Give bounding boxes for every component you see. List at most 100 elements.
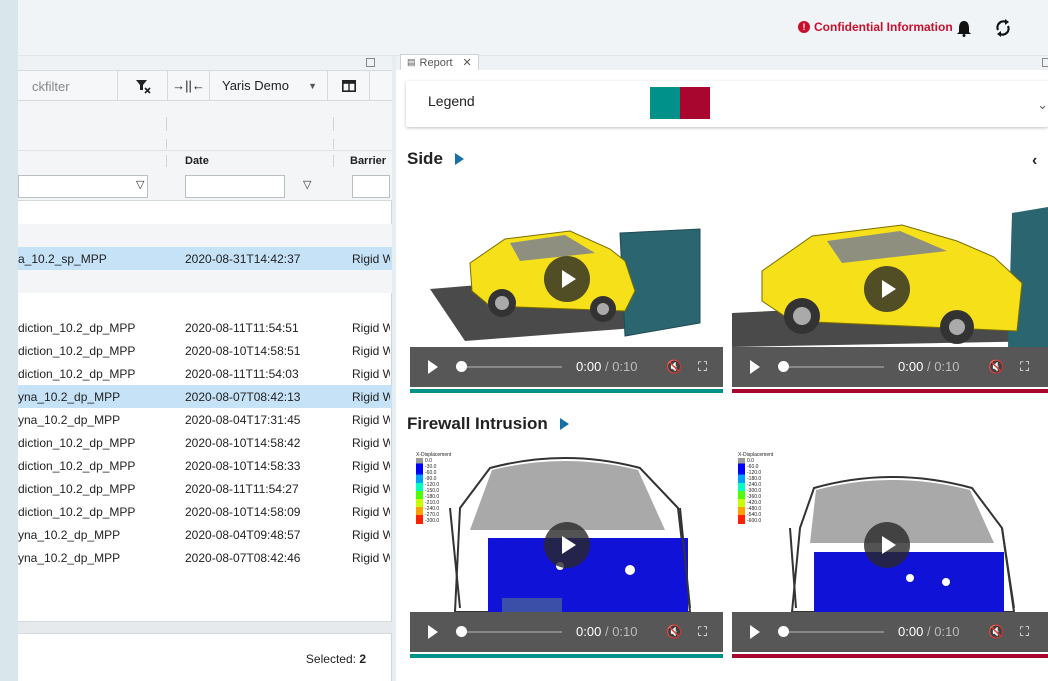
column-chooser-button[interactable] — [328, 71, 370, 100]
table-row[interactable]: yna_10.2_dp_MPP 2020-08-07T08:42:13 Rigi… — [18, 385, 392, 408]
legend-label: Legend — [428, 93, 475, 109]
table-row[interactable]: yna_10.2_dp_MPP 2020-08-04T09:48:57 Rigi… — [18, 523, 392, 546]
play-overlay-icon[interactable] — [864, 522, 910, 568]
cell-date: 2020-08-11T11:54:51 — [185, 321, 299, 335]
horizontal-scrollbar[interactable] — [18, 621, 392, 633]
name-filter-input[interactable] — [18, 175, 148, 198]
play-overlay-icon[interactable] — [544, 256, 590, 302]
seek-bar[interactable] — [784, 631, 884, 633]
app-sidebar-strip — [0, 0, 18, 681]
filter-icon[interactable]: ▽ — [303, 178, 311, 191]
grid-footer: Selected: 2 — [18, 633, 392, 681]
cell-date: 2020-08-07T08:42:46 — [185, 551, 301, 565]
cell-name: yna_10.2_dp_MPP — [18, 390, 121, 404]
refresh-icon[interactable] — [994, 18, 1012, 38]
mute-icon[interactable]: 🔇 — [666, 359, 682, 375]
cell-name: diction_10.2_dp_MPP — [18, 482, 136, 496]
seek-bar[interactable] — [784, 366, 884, 368]
chevron-left-icon[interactable]: ‹ — [1032, 152, 1037, 170]
firewall-video-left[interactable]: X-Displacement 0.0 -30.0 -60.0 -90.0 -120.0-… — [410, 448, 723, 652]
play-icon[interactable] — [428, 360, 438, 374]
bell-icon[interactable] — [956, 20, 972, 37]
barrier-filter-input[interactable] — [352, 175, 390, 198]
clear-filter-button[interactable] — [118, 71, 168, 100]
fullscreen-icon[interactable]: ⛶ — [1020, 624, 1029, 640]
table-row[interactable] — [18, 270, 392, 293]
project-select[interactable]: Yaris Demo ▼ — [210, 71, 328, 100]
mute-icon[interactable]: 🔇 — [988, 624, 1004, 640]
mute-icon[interactable]: 🔇 — [988, 359, 1004, 375]
column-header-barrier[interactable]: Barrier — [350, 155, 386, 167]
maximize-icon[interactable] — [366, 58, 375, 67]
column-filter-row: ▽ ▽ — [18, 171, 392, 201]
table-row[interactable]: diction_10.2_dp_MPP 2020-08-10T14:58:42 … — [18, 431, 392, 454]
section-title-side: Side — [407, 149, 464, 169]
chevron-down-icon[interactable]: ⌄ — [1037, 97, 1048, 113]
cell-date: 2020-08-10T14:58:51 — [185, 344, 301, 358]
tab-report[interactable]: ▤ Report ✕ — [400, 54, 479, 70]
table-row[interactable]: yna_10.2_dp_MPP 2020-08-04T17:31:45 Rigi… — [18, 408, 392, 431]
firewall-video-right[interactable]: X-Displacement 0.0 -60.0 -120.0 -180.0 -240.… — [732, 448, 1048, 652]
fullscreen-icon[interactable]: ⛶ — [698, 359, 707, 375]
play-icon[interactable] — [750, 625, 760, 639]
filter-icon[interactable]: ▽ — [136, 178, 144, 191]
table-row[interactable] — [18, 224, 392, 247]
play-all-icon[interactable] — [454, 153, 464, 165]
confidential-info[interactable]: ! Confidential Information — [798, 20, 953, 34]
table-row[interactable]: yna_10.2_dp_MPP 2020-08-07T08:42:46 Rigi… — [18, 546, 392, 569]
fit-columns-button[interactable]: →||← — [168, 71, 210, 100]
cell-date: 2020-08-31T14:42:37 — [185, 252, 301, 266]
column-header-date[interactable]: Date — [185, 155, 209, 167]
cell-date: 2020-08-04T17:31:45 — [185, 413, 301, 427]
side-video-right[interactable]: 0:00 / 0:10 🔇 ⛶ — [732, 191, 1048, 387]
table-row[interactable]: a_10.2_sp_MPP 2020-08-31T14:42:37 Rigid … — [18, 247, 392, 270]
report-icon: ▤ — [407, 57, 416, 67]
table-row[interactable]: diction_10.2_dp_MPP 2020-08-10T14:58:33 … — [18, 454, 392, 477]
seek-bar[interactable] — [462, 366, 562, 368]
table-row[interactable]: diction_10.2_dp_MPP 2020-08-10T14:58:51 … — [18, 339, 392, 362]
mute-icon[interactable]: 🔇 — [666, 624, 682, 640]
seek-handle[interactable] — [456, 361, 467, 372]
table-row[interactable] — [18, 201, 392, 224]
play-overlay-icon[interactable] — [864, 266, 910, 312]
play-all-icon[interactable] — [559, 418, 569, 430]
panel-tab-strip — [18, 56, 392, 70]
side-video-left[interactable]: 0:00 / 0:10 🔇 ⛶ — [410, 191, 723, 387]
video-controls: 0:00 / 0:10 🔇 ⛶ — [410, 347, 723, 387]
cell-barrier: Rigid W — [352, 252, 390, 266]
fullscreen-icon[interactable]: ⛶ — [1020, 359, 1029, 375]
cell-date: 2020-08-04T09:48:57 — [185, 528, 301, 542]
play-icon[interactable] — [750, 360, 760, 374]
legend-card[interactable]: Legend ⌄ — [406, 81, 1048, 127]
maximize-icon[interactable] — [1042, 58, 1048, 67]
cell-name: a_10.2_sp_MPP — [18, 252, 107, 266]
cell-barrier: Rigid W — [352, 413, 390, 427]
cell-barrier: Rigid W — [352, 321, 390, 335]
date-filter-input[interactable] — [185, 175, 285, 198]
grid-body: a_10.2_sp_MPP 2020-08-31T14:42:37 Rigid … — [18, 201, 392, 569]
column-header-row: Date Barrier — [18, 151, 392, 171]
fringe-legend: X-Displacement 0.0 -30.0 -60.0 -90.0 -120.0-… — [416, 452, 452, 524]
seek-bar[interactable] — [462, 631, 562, 633]
seek-handle[interactable] — [778, 626, 789, 637]
table-row[interactable]: diction_10.2_dp_MPP 2020-08-11T11:54:27 … — [18, 477, 392, 500]
cell-name: diction_10.2_dp_MPP — [18, 321, 136, 335]
table-row[interactable]: diction_10.2_dp_MPP 2020-08-10T14:58:09 … — [18, 500, 392, 523]
close-icon[interactable]: ✕ — [463, 56, 472, 69]
table-row[interactable]: diction_10.2_dp_MPP 2020-08-11T11:54:51 … — [18, 316, 392, 339]
report-tab-strip: ▤ Report ✕ — [396, 54, 1048, 70]
play-overlay-icon[interactable] — [544, 522, 590, 568]
cell-name: diction_10.2_dp_MPP — [18, 367, 136, 381]
grid-toolbar: ckfilter →||← Yaris Demo ▼ — [18, 70, 392, 101]
cell-barrier: Rigid W — [352, 505, 390, 519]
project-select-value: Yaris Demo — [222, 78, 289, 93]
seek-handle[interactable] — [778, 361, 789, 372]
table-row[interactable] — [18, 293, 392, 316]
play-icon[interactable] — [428, 625, 438, 639]
quickfilter-input[interactable]: ckfilter — [18, 71, 118, 100]
group-header-area — [18, 101, 392, 151]
table-row[interactable]: diction_10.2_dp_MPP 2020-08-11T11:54:03 … — [18, 362, 392, 385]
series-underline-teal — [410, 654, 723, 658]
seek-handle[interactable] — [456, 626, 467, 637]
fullscreen-icon[interactable]: ⛶ — [698, 624, 707, 640]
